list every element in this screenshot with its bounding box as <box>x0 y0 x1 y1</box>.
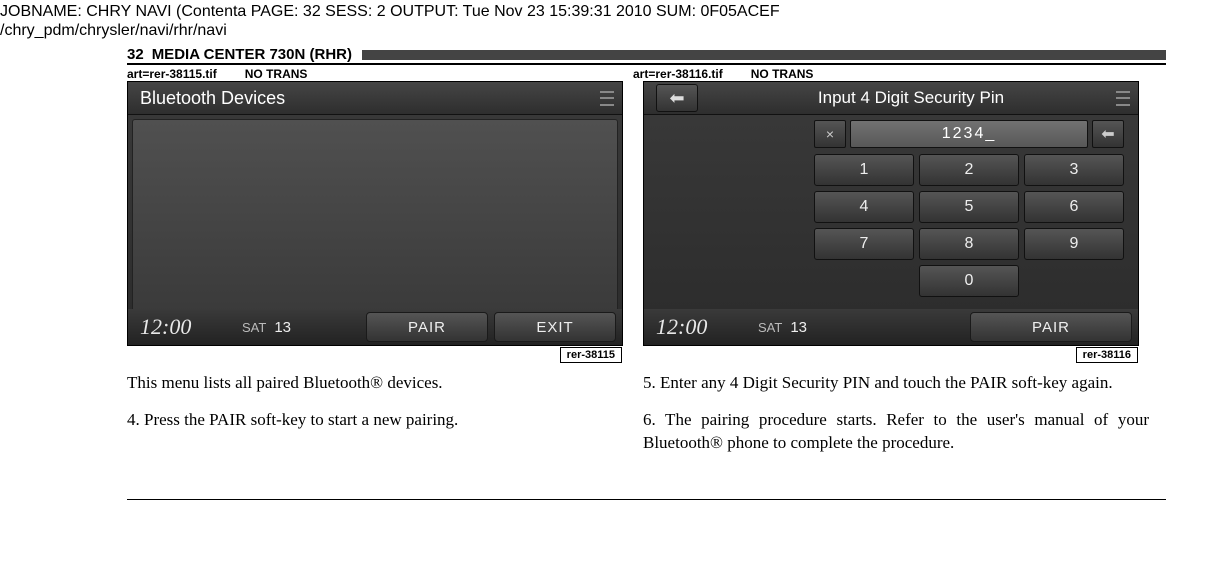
sat-number: 13 <box>274 319 291 336</box>
page-header: 32 MEDIA CENTER 730N (RHR) <box>127 46 1166 65</box>
key-9[interactable]: 9 <box>1024 228 1124 260</box>
backspace-icon: ⬅ <box>1101 124 1114 144</box>
caption-left-1: This menu lists all paired Bluetooth® de… <box>127 372 633 395</box>
header-bar <box>362 50 1166 60</box>
job-line1: JOBNAME: CHRY NAVI (Contenta PAGE: 32 SE… <box>0 2 1226 21</box>
art-right-file: art=rer-38116.tif <box>633 67 723 81</box>
sat-label: SAT <box>758 320 782 335</box>
art-left-trans: NO TRANS <box>245 67 308 81</box>
art-row: art=rer-38115.tif NO TRANS art=rer-38116… <box>127 67 1166 81</box>
clock: 12:00 <box>644 314 758 340</box>
numeric-keypad: 1 2 3 4 5 6 7 8 9 0 <box>814 154 1124 297</box>
page-number: 32 <box>127 46 144 63</box>
key-5[interactable]: 5 <box>919 191 1019 223</box>
backspace-button[interactable]: ⬅ <box>1092 120 1124 148</box>
caption-right-1: 5. Enter any 4 Digit Security PIN and to… <box>643 372 1149 395</box>
pair-button[interactable]: PAIR <box>970 312 1132 342</box>
art-right-trans: NO TRANS <box>751 67 814 81</box>
art-left-file: art=rer-38115.tif <box>127 67 217 81</box>
close-icon: × <box>826 126 834 142</box>
key-8[interactable]: 8 <box>919 228 1019 260</box>
key-7[interactable]: 7 <box>814 228 914 260</box>
job-line2: /chry_pdm/chrysler/navi/rhr/navi <box>0 21 1226 40</box>
page-title: MEDIA CENTER 730N (RHR) <box>152 46 352 63</box>
pin-display: 1234_ <box>850 120 1088 148</box>
clear-pin-button[interactable]: × <box>814 120 846 148</box>
key-3[interactable]: 3 <box>1024 154 1124 186</box>
key-1[interactable]: 1 <box>814 154 914 186</box>
exit-button[interactable]: EXIT <box>494 312 616 342</box>
key-6[interactable]: 6 <box>1024 191 1124 223</box>
pair-button[interactable]: PAIR <box>366 312 488 342</box>
image-id-tag: rer-38115 <box>560 347 622 363</box>
back-arrow-icon: ⬅ <box>669 82 684 114</box>
sat-label: SAT <box>242 320 266 335</box>
device-list-area <box>132 119 618 316</box>
caption-right-2: 6. The pairing procedure starts. Refer t… <box>643 409 1149 455</box>
sat-number: 13 <box>790 319 807 336</box>
footer-rule <box>127 499 1166 500</box>
screen2-title: Input 4 Digit Security Pin <box>706 82 1116 114</box>
job-header: JOBNAME: CHRY NAVI (Contenta PAGE: 32 SE… <box>0 0 1226 40</box>
screen1-title: Bluetooth Devices <box>140 82 285 114</box>
clock: 12:00 <box>128 314 242 340</box>
back-button[interactable]: ⬅ <box>656 84 698 112</box>
key-4[interactable]: 4 <box>814 191 914 223</box>
settings-icon <box>1116 88 1130 108</box>
security-pin-screen: ⬅ Input 4 Digit Security Pin × 1234_ ⬅ <box>643 81 1139 346</box>
bluetooth-devices-screen: Bluetooth Devices 12:00 SAT 13 PAIR EXIT… <box>127 81 623 346</box>
caption-left-2: 4. Press the PAIR soft-key to start a ne… <box>127 409 633 432</box>
settings-icon <box>600 88 614 108</box>
key-2[interactable]: 2 <box>919 154 1019 186</box>
image-id-tag: rer-38116 <box>1076 347 1138 363</box>
key-0[interactable]: 0 <box>919 265 1019 297</box>
